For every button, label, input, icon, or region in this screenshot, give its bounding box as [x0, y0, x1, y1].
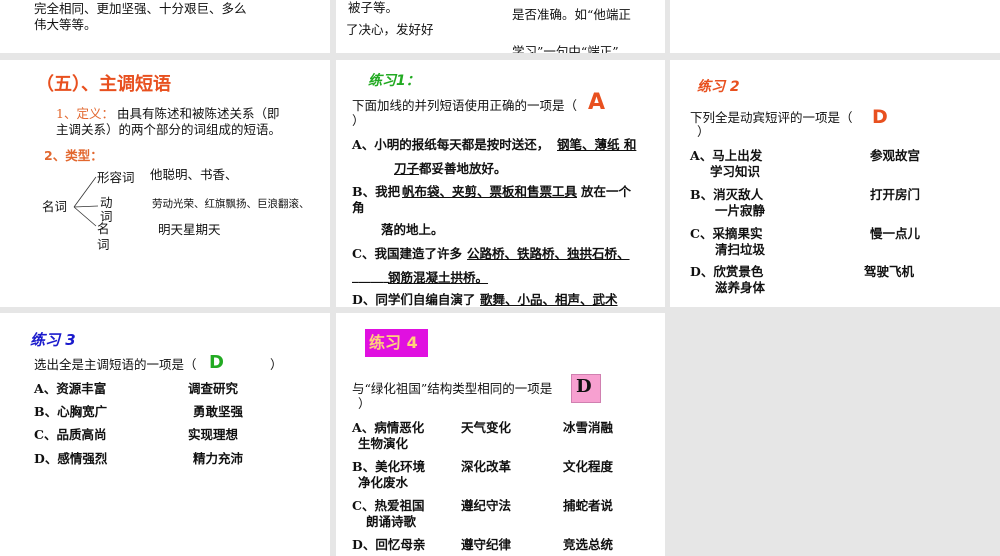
option-c-c: 清扫垃圾: [715, 242, 766, 257]
option-b-b: 打开房门: [870, 187, 921, 202]
option-d-c: 竞选总统: [563, 537, 614, 552]
slide-text: 了决心，发好好: [346, 22, 434, 37]
slide-text: 被子等。: [348, 0, 399, 15]
option-b: B、消灭敌人: [690, 187, 764, 202]
option-d: D、同学们自编自演了: [352, 292, 476, 307]
option-b-c: 文化程度: [563, 459, 614, 474]
exercise-title: 练习 4: [369, 333, 418, 352]
option-a-c: 学习知识: [710, 164, 761, 179]
option-a: A、小明的报纸每天都是按时送还，: [352, 137, 550, 152]
root-node: 名词: [42, 199, 68, 214]
option-c-underlined: 公路桥、铁路桥、独拱石桥、: [467, 246, 630, 261]
branch-node: 动 词: [100, 195, 113, 224]
option-b-underlined: 帆布袋、夹剪、票板和售票工具: [402, 184, 578, 199]
option-c-underlined: 钢筋混凝土拱桥。: [388, 270, 489, 285]
option-a: A、资源丰富: [34, 381, 107, 396]
slide-thumbnail-exercise-1[interactable]: 练习1： 下面加线的并列短语使用正确的一项是（ A ） A、小明的报纸每天都是按…: [336, 60, 665, 307]
exercise-title: 练习1：: [368, 73, 420, 89]
option-a-c: 冰雪消融: [563, 420, 614, 435]
option-b-text: 落的地上。: [381, 222, 444, 237]
option-d: D、欣赏景色: [690, 264, 764, 279]
question-text: 下面加线的并列短语使用正确的一项是（: [352, 98, 578, 113]
option-a-underlined: 钢笔、薄纸 和: [557, 137, 637, 152]
question-close: ）: [352, 113, 365, 128]
option-c: C、品质高尚: [34, 427, 107, 442]
slide-thumbnail-exercise-4[interactable]: 练习 4 与“绿化祖国”结构类型相同的一项是 D ） A、病情恶化 天气变化 冰…: [336, 313, 665, 556]
option-c: C、我国建造了许多: [352, 246, 462, 261]
option-d: D、感情强烈: [34, 451, 108, 466]
option-b-d: 净化废水: [358, 475, 409, 490]
option-d-b: 遵守纪律: [461, 537, 512, 552]
option-c: C、采摘果实: [690, 226, 763, 241]
option-d-underlined: 歌舞、小品、相声、武术: [480, 292, 618, 307]
option-a-b: 调查研究: [188, 381, 239, 396]
slide-thumbnail-prev-3[interactable]: [670, 0, 1000, 53]
option-c-b: 遵纪守法: [461, 498, 512, 513]
option-d-b: 精力充沛: [193, 451, 244, 466]
option-a-b: 参观故宫: [870, 148, 921, 163]
option-d: D、回忆母亲: [352, 537, 426, 552]
answer-mark: D: [872, 106, 888, 128]
option-b: B、我把: [352, 184, 401, 199]
branch-node: 形容词: [97, 170, 135, 185]
question-close: ）: [697, 124, 710, 139]
question-text: 与“绿化祖国”结构类型相同的一项是: [352, 381, 553, 396]
slide-text: 是否准确。如“他端正: [512, 7, 631, 22]
exercise-title: 练习 2: [697, 79, 740, 95]
answer-mark: D: [209, 352, 224, 373]
option-c: C、热爱祖国: [352, 498, 425, 513]
option-c-b: 实现理想: [188, 427, 239, 442]
branch-node: 名 词: [97, 221, 110, 252]
example-text: 他聪明、书香、: [150, 167, 238, 182]
option-b-b: 勇敢坚强: [193, 404, 244, 419]
slide-thumbnail-exercise-2[interactable]: 练习 2 下列全是动宾短评的一项是（ D ） A、马上出发 参观故宫 学习知识 …: [670, 60, 1000, 307]
slide-thumbnail-exercise-3[interactable]: 练习 3 选出全是主调短语的一项是（ D ） A、资源丰富 调查研究 B、心胸宽…: [0, 313, 330, 556]
exercise-title: 练习 3: [30, 331, 76, 349]
option-c-b: 慢一点儿: [870, 226, 921, 241]
option-c-d: 朗诵诗歌: [366, 514, 417, 529]
option-a: A、马上出发: [690, 148, 763, 163]
option-d-c: 滋养身体: [715, 280, 766, 295]
slide-thumbnail-prev-2[interactable]: 被子等。 了决心，发好好 是否准确。如“他端正 学习”一句中“端正”: [336, 0, 665, 53]
option-b-text: 放在一个: [581, 184, 632, 199]
example-text: 明天星期天: [158, 222, 221, 237]
option-d-b: 驾驶飞机: [864, 264, 915, 279]
slide-text: 完全相同、更加坚强、十分艰巨、多么: [34, 1, 247, 16]
answer-mark: D: [576, 376, 592, 397]
option-c-blank: ______: [352, 268, 390, 283]
option-a-d: 生物演化: [358, 436, 409, 451]
option-b-text: 角: [352, 200, 365, 215]
option-b-b: 深化改革: [461, 459, 512, 474]
answer-mark: A: [588, 90, 606, 115]
example-text: 劳动光荣、红旗飘扬、巨浪翻滚、: [152, 198, 310, 210]
option-a-b: 天气变化: [461, 420, 512, 435]
option-a: A、病情恶化: [352, 420, 425, 435]
option-a-text: 都妥善地放好。: [419, 161, 507, 176]
question-text: 下列全是动宾短评的一项是（: [690, 110, 853, 125]
question-close: ）: [358, 396, 371, 411]
slide-thumbnail-prev-1[interactable]: 完全相同、更加坚强、十分艰巨、多么 伟大等等。: [0, 0, 330, 53]
slide-thumbnail-subject-predicate[interactable]: （五）、主调短语 1、定义： 由具有陈述和被陈述关系（即 主调关系）的两个部分的…: [0, 60, 330, 307]
option-c-c: 捕蛇者说: [563, 498, 614, 513]
slide-text: 伟大等等。: [34, 17, 97, 32]
option-b: B、心胸宽广: [34, 404, 108, 419]
question-close: ）: [270, 357, 283, 372]
slide-text: 学习”一句中“端正”: [512, 44, 619, 53]
option-a-underlined: 刀子: [394, 161, 420, 176]
option-b-c: 一片寂静: [715, 203, 766, 218]
branch-lines: [73, 176, 99, 227]
question-text: 选出全是主调短语的一项是（: [34, 357, 197, 372]
option-b: B、美化环境: [352, 459, 426, 474]
